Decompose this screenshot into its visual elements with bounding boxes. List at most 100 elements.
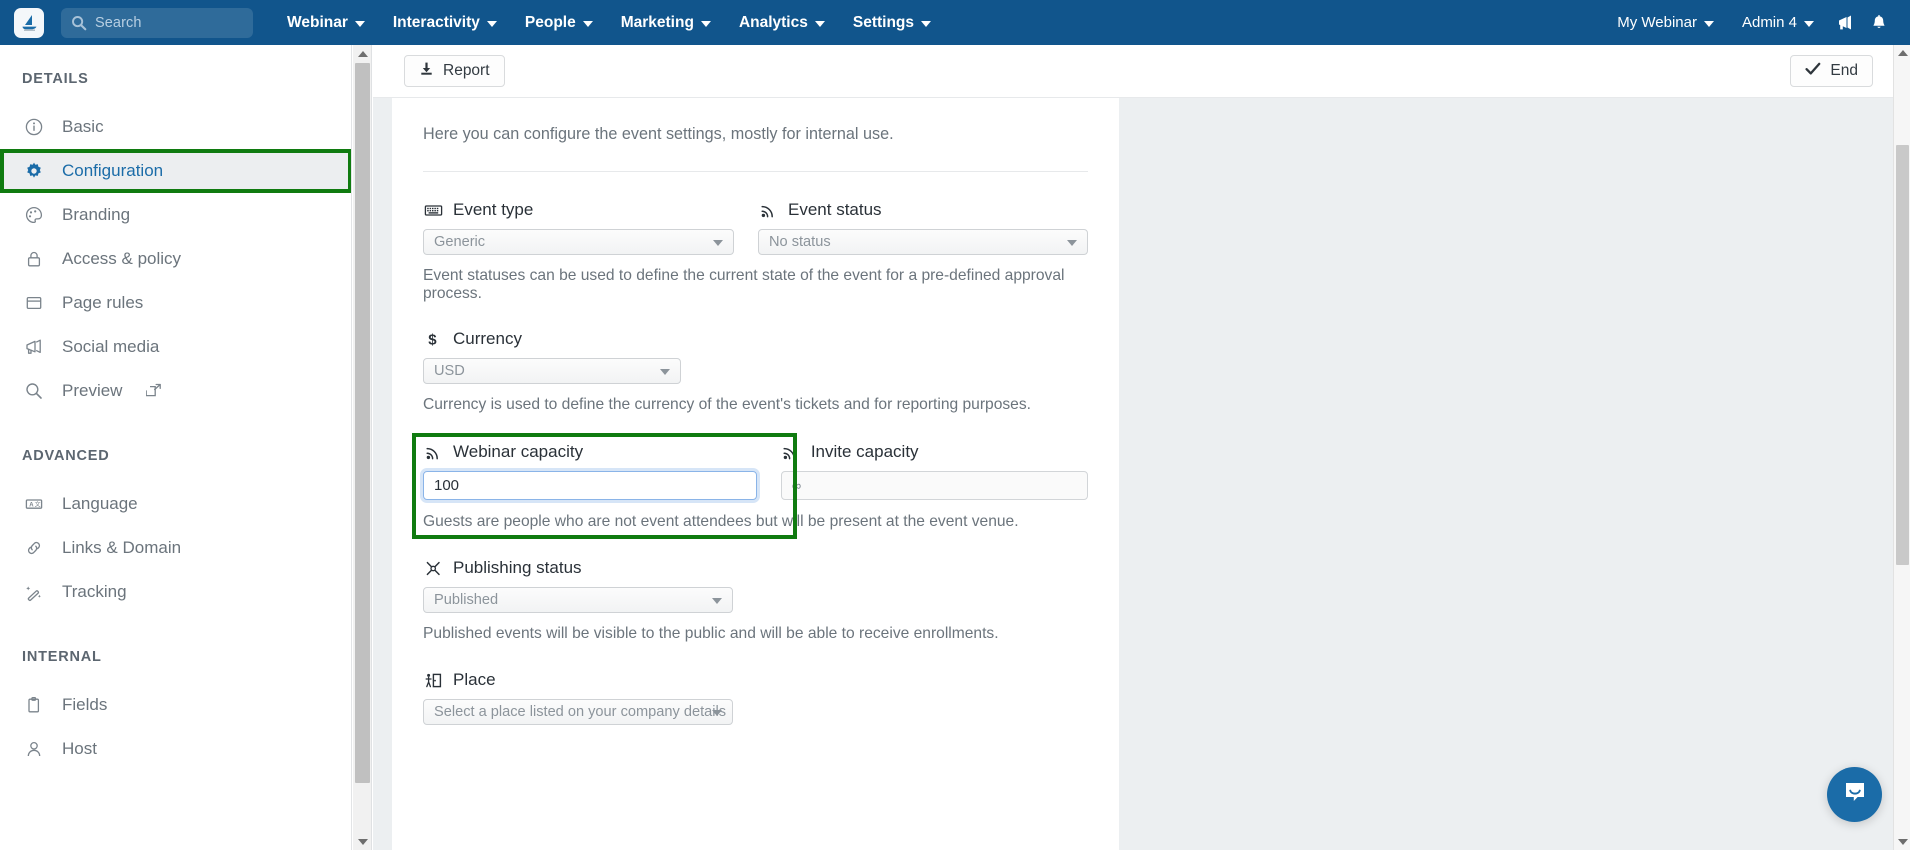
- nav-label: Settings: [852, 13, 915, 31]
- event-type-value: Generic: [434, 234, 486, 250]
- sidebar-item-branding[interactable]: Branding: [0, 193, 351, 237]
- event-status-hint: Event statuses can be used to define the…: [423, 267, 1065, 302]
- sidebar-item-label: Tracking: [62, 582, 127, 601]
- chevron-down-icon: [1804, 20, 1814, 27]
- gear-icon: [22, 161, 46, 181]
- megaphone-icon[interactable]: [1828, 0, 1862, 45]
- currency-select[interactable]: USD: [423, 358, 681, 384]
- divider: [423, 171, 1088, 172]
- publishing-status-label-row: Publishing status: [423, 558, 1088, 578]
- sidebar-item-label: Links & Domain: [62, 538, 182, 557]
- publishing-status-value: Published: [434, 592, 499, 608]
- shuffle-icon: [423, 559, 443, 578]
- webinar-capacity-input[interactable]: 100: [420, 468, 760, 503]
- nav-label: Analytics: [738, 13, 808, 31]
- sidebar-item-basic[interactable]: Basic: [0, 105, 351, 149]
- sidebar-scroll-thumb[interactable]: [355, 63, 370, 783]
- nav-item-analytics[interactable]: Analytics: [725, 0, 839, 45]
- app-logo[interactable]: [14, 7, 44, 38]
- sidebar-scrollbar[interactable]: [353, 45, 372, 850]
- event-status-select[interactable]: No status: [758, 229, 1088, 255]
- field-label: Publishing status: [453, 558, 582, 577]
- page-scrollbar[interactable]: [1893, 45, 1910, 850]
- sidebar-item-language[interactable]: A 文 Language: [0, 482, 351, 526]
- sidebar-item-tracking[interactable]: Tracking: [0, 570, 351, 614]
- chevron-down-icon: [814, 20, 825, 27]
- page-scroll-up-arrow-icon[interactable]: [1894, 45, 1910, 61]
- sidebar-item-configuration[interactable]: Configuration: [0, 149, 351, 193]
- sidebar-section-details-title: DETAILS: [22, 71, 89, 87]
- page-scroll-down-arrow-icon[interactable]: [1894, 834, 1910, 850]
- place-value: Select a place listed on your company de…: [434, 704, 727, 720]
- sidebar-item-page-rules[interactable]: Page rules: [0, 281, 351, 325]
- report-button[interactable]: Report: [404, 55, 505, 87]
- publishing-status-select[interactable]: Published: [423, 587, 733, 613]
- nav-item-settings[interactable]: Settings: [839, 0, 945, 45]
- svg-text:文: 文: [35, 500, 41, 508]
- end-button[interactable]: End: [1790, 55, 1873, 87]
- sidebar-item-access-policy[interactable]: Access & policy: [0, 237, 351, 281]
- search-icon: [22, 381, 46, 401]
- invite-capacity-input[interactable]: ∞: [780, 471, 1088, 500]
- place-label-row: Place: [423, 670, 1088, 690]
- field-label: Event status: [788, 200, 882, 219]
- field-event-type: Event type Generic: [423, 200, 734, 255]
- currency-value: USD: [434, 363, 465, 379]
- sidebar-item-label: Social media: [62, 337, 160, 356]
- account-menu[interactable]: Admin 4: [1728, 0, 1828, 45]
- event-type-select[interactable]: Generic: [423, 229, 734, 255]
- sidebar-item-links-domain[interactable]: Links & Domain: [0, 526, 351, 570]
- clipboard-icon: [22, 695, 46, 715]
- chevron-down-icon: [354, 20, 365, 27]
- nav-item-interactivity[interactable]: Interactivity: [379, 0, 511, 45]
- search-input[interactable]: Search: [61, 7, 253, 38]
- nav-item-people[interactable]: People: [511, 0, 607, 45]
- chevron-down-icon: [486, 20, 497, 27]
- intercom-chat-icon: [1841, 778, 1869, 811]
- scroll-down-arrow-icon[interactable]: [353, 833, 372, 850]
- sidebar-item-fields[interactable]: Fields: [0, 683, 351, 727]
- nav-label: Marketing: [620, 13, 694, 31]
- chevron-down-icon: [700, 20, 711, 27]
- lock-icon: [22, 249, 46, 269]
- sidebar-item-label: Fields: [62, 695, 108, 714]
- person-icon: [22, 739, 46, 759]
- sidebar-item-social-media[interactable]: Social media: [0, 325, 351, 369]
- chevron-down-icon: [1703, 20, 1714, 27]
- sidebar-item-label: Basic: [62, 117, 104, 136]
- search-icon: [71, 15, 87, 31]
- sidebar-item-label: Page rules: [62, 293, 144, 312]
- window-icon: [22, 293, 46, 313]
- end-label: End: [1830, 62, 1858, 79]
- sidebar-item-label: Branding: [62, 205, 131, 224]
- page-scroll-thumb[interactable]: [1896, 145, 1909, 565]
- scroll-up-arrow-icon[interactable]: [353, 45, 372, 62]
- details-sidebar: DETAILS Basic Configuration Branding Acc…: [0, 45, 352, 850]
- workspace-selector[interactable]: My Webinar: [1603, 0, 1728, 45]
- broadcast-icon: [758, 201, 778, 220]
- bell-icon[interactable]: [1862, 0, 1896, 45]
- sidebar-item-host[interactable]: Host: [0, 727, 351, 771]
- chat-launcher-button[interactable]: [1827, 767, 1882, 822]
- invite-capacity-value: ∞: [791, 478, 802, 493]
- nav-item-marketing[interactable]: Marketing: [607, 0, 725, 45]
- configuration-card: Here you can configure the event setting…: [392, 98, 1119, 850]
- field-label: Currency: [453, 329, 522, 348]
- place-select[interactable]: Select a place listed on your company de…: [423, 699, 733, 725]
- sidebar-list-internal: Fields Host: [0, 683, 351, 771]
- nav-label: Interactivity: [392, 13, 480, 31]
- magic-wand-icon: [22, 582, 46, 602]
- chevron-down-icon: [712, 710, 722, 716]
- sidebar-item-label: Access & policy: [62, 249, 182, 268]
- field-publishing-status: Publishing status Published Published ev…: [423, 558, 1088, 643]
- sidebar-item-label: Preview: [62, 381, 123, 400]
- invite-capacity-label-row: Invite capacity: [781, 442, 1088, 462]
- svg-text:A: A: [29, 502, 34, 508]
- translate-icon: A 文: [22, 494, 46, 514]
- nav-item-webinar[interactable]: Webinar: [273, 0, 379, 45]
- broadcast-icon: [781, 443, 801, 462]
- selection-highlight-box: [0, 149, 351, 193]
- info-circle-icon: [22, 117, 46, 137]
- field-webinar-capacity: Webinar capacity 100: [420, 442, 760, 503]
- sidebar-item-preview[interactable]: Preview: [0, 369, 351, 413]
